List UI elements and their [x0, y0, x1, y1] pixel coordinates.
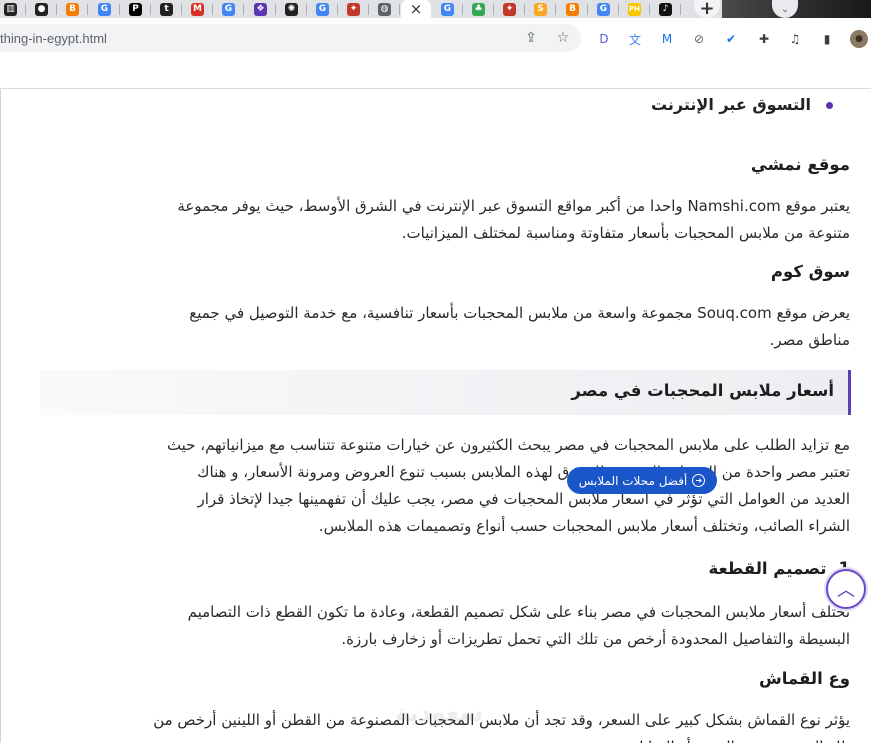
tab[interactable]: ✺ [276, 0, 307, 18]
tab-separator [555, 4, 556, 15]
share-icon[interactable]: ⇪ [522, 29, 540, 47]
namshi-heading: موقع نمشي [750, 155, 850, 174]
namshi-paragraph-line: يعتبر موقع Namshi.com واحدا من أكبر مواق… [177, 197, 850, 215]
scroll-to-top-button[interactable]: ︿ [826, 569, 866, 609]
tab[interactable]: G [588, 0, 619, 18]
design-paragraph-line: تختلف أسعار ملابس المحجبات في مصر بناء ع… [187, 603, 850, 621]
best-stores-link-label: أفضل محلات الملابس [578, 473, 688, 488]
fabric-paragraph-line: يؤثر نوع القماش بشكل كبير على السعر، وقد… [153, 711, 850, 729]
content-left-border [0, 89, 1, 743]
address-url[interactable]: thing-in-egypt.html [0, 31, 107, 46]
tab[interactable]: ● [26, 0, 57, 18]
openai-icon: ✺ [285, 2, 298, 16]
bars-icon: ▥ [4, 2, 17, 16]
fabric-paragraph-line: تلك المصنوعة من الحرير أو الساتان. [623, 734, 850, 743]
prices-heading: أسعار ملابس المحجبات في مصر [571, 381, 834, 400]
check-extension-icon[interactable]: ✔ [722, 30, 740, 48]
tab[interactable]: t [151, 0, 182, 18]
globe-icon: ◍ [378, 2, 391, 16]
section-heading-box: أسعار ملابس المحجبات في مصر [40, 370, 851, 415]
souq-heading: سوق كوم [770, 262, 850, 281]
google-icon: G [597, 2, 610, 16]
google-icon: G [222, 2, 235, 16]
p-icon: P [129, 2, 142, 16]
tree-icon: ♣ [472, 2, 485, 16]
media-control-icon[interactable]: ♫ [786, 30, 804, 48]
tab[interactable]: ✦ [338, 0, 369, 18]
tab[interactable]: P [120, 0, 151, 18]
google-icon: G [316, 2, 329, 16]
blogger-icon: B [66, 2, 79, 16]
tiktok-icon: ♪ [659, 2, 672, 16]
souq-paragraph-line: يعرض موقع Souq.com مجموعة واسعة من ملابس… [189, 304, 850, 322]
tab[interactable]: G [432, 0, 463, 18]
best-stores-link-button[interactable]: ➜ أفضل محلات الملابس [567, 467, 717, 494]
tab[interactable]: G [213, 0, 244, 18]
tab[interactable]: ▥ [0, 0, 26, 18]
google-icon: G [441, 2, 454, 16]
bullet-item: التسوق عبر الإنترنت [650, 95, 811, 114]
tab-separator [87, 4, 88, 15]
translate-extension-icon[interactable]: 文 [626, 30, 644, 48]
star-icon[interactable]: ☆ [554, 29, 572, 47]
tab[interactable]: ♪ [650, 0, 681, 18]
tab-active[interactable]: × [401, 0, 431, 18]
block-extension-icon[interactable]: ⊘ [690, 30, 708, 48]
tab[interactable]: G [89, 0, 120, 18]
browser-toolbar: thing-in-egypt.html ⇪ ☆ D 文 M ⊘ ✔ ✚ ♫ ▮ ● [0, 18, 871, 60]
tab[interactable]: ◍ [369, 0, 400, 18]
profile-avatar-icon[interactable]: ● [850, 30, 868, 48]
tab[interactable]: ❖ [245, 0, 276, 18]
design-paragraph-line: البسيطة والتفاصيل المحدودة أرخص من تلك ا… [341, 630, 850, 648]
design-heading: 1. تصميم القطعة [708, 559, 850, 578]
google-icon: G [98, 2, 111, 16]
namshi-paragraph-line: متنوعة من ملابس المحجبات بأسعار متفاوتة … [401, 224, 850, 242]
site-watermark: سعودية [395, 699, 484, 727]
tumblr-icon: t [160, 2, 173, 16]
tab[interactable]: ✦ [494, 0, 525, 18]
article-content: التسوق عبر الإنترنت موقع نمشي يعتبر موقع… [0, 89, 871, 743]
circle-arrow-icon: ➜ [692, 474, 706, 487]
tab[interactable]: G [307, 0, 338, 18]
tab-separator [680, 4, 681, 15]
tab[interactable]: B [57, 0, 88, 18]
close-icon[interactable]: × [410, 1, 423, 17]
tab[interactable]: PH [619, 0, 650, 18]
puzzle-app-icon: ❖ [254, 2, 267, 16]
tab[interactable]: ♣ [463, 0, 494, 18]
tab[interactable]: B [557, 0, 588, 18]
side-panel-icon[interactable]: ▮ [818, 30, 836, 48]
prices-paragraph-line: تعتبر مصر واحدة من الوجهات الرئيسية للتس… [197, 463, 850, 481]
d-extension-icon[interactable]: D [595, 30, 613, 48]
tab-separator [399, 4, 400, 15]
crest-icon: ✦ [347, 2, 360, 16]
puzzle-extensions-icon[interactable]: ✚ [755, 30, 773, 48]
address-bar[interactable]: thing-in-egypt.html ⇪ ☆ [0, 24, 581, 52]
tab[interactable]: S [525, 0, 556, 18]
souq-paragraph-line: مناطق مصر. [769, 331, 850, 349]
dots-icon: ● [35, 2, 48, 16]
s-icon: S [534, 2, 547, 16]
prices-paragraph-line: مع تزايد الطلب على ملابس المحجبات في مصر… [166, 436, 850, 454]
bullet-dot-icon [826, 102, 833, 109]
tab-separator [243, 4, 244, 15]
prices-paragraph-line: العديد من العوامل التي تؤثر في أسعار ملا… [197, 490, 851, 508]
blogger-icon: B [566, 2, 579, 16]
crest-icon: ✦ [503, 2, 516, 16]
ph-icon: PH [628, 2, 641, 16]
fabric-heading: وع القماش [758, 669, 850, 688]
m-extension-icon[interactable]: M [658, 30, 676, 48]
tab[interactable]: M [182, 0, 213, 18]
prices-paragraph-line: الشراء الصائب، وتختلف أسعار ملابس المحجب… [318, 517, 850, 535]
gmail-icon: M [191, 2, 204, 16]
